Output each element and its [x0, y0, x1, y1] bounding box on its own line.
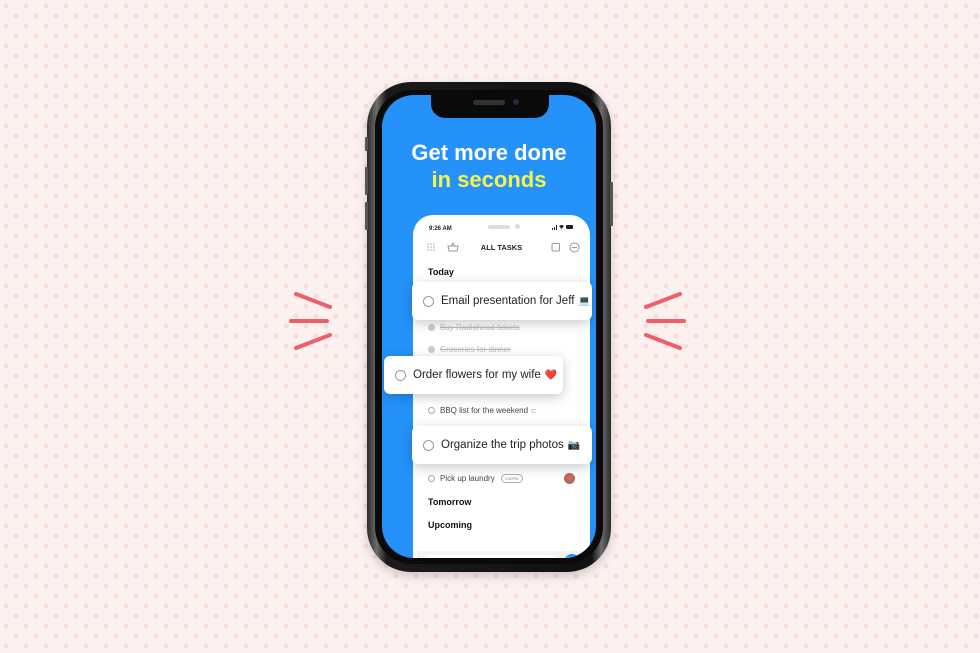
checkbox[interactable] [428, 407, 435, 414]
task-card[interactable]: Email presentation for Jeff 💻 [412, 282, 592, 320]
task-card[interactable]: Order flowers for my wife ❤️ [384, 356, 563, 394]
task-label: Buy Radiohead tickets [440, 323, 520, 332]
headline: Get more done in seconds [382, 139, 596, 193]
mute-switch [365, 137, 368, 151]
camera [513, 99, 519, 105]
notch [431, 95, 549, 118]
new-list-icon[interactable] [550, 242, 562, 254]
accent-lines-left [287, 288, 337, 354]
phone-mockup: Get more done in seconds 9:26 AM ALL TAS… [365, 82, 613, 572]
task-label: Email presentation for Jeff [441, 295, 575, 307]
subtasks-icon: ⊏ [531, 407, 537, 415]
speaker [473, 100, 505, 105]
toolbar: ALL TASKS [413, 239, 590, 257]
section-tomorrow[interactable]: Tomorrow [428, 497, 471, 507]
section-today[interactable]: Today [428, 267, 454, 277]
headline-line-2: in seconds [431, 167, 547, 192]
checkbox[interactable] [423, 295, 434, 307]
quick-add-input[interactable] [422, 555, 558, 558]
volume-down-button [365, 202, 368, 230]
task-label: Pick up laundry [440, 474, 495, 483]
task-label: Groceries for dinner [440, 345, 511, 354]
checkbox[interactable] [395, 369, 406, 381]
avatar[interactable] [564, 473, 575, 484]
inner-speaker [488, 225, 510, 229]
quick-add-bar: + [417, 551, 586, 558]
section-upcoming[interactable]: Upcoming [428, 520, 472, 530]
laptop-icon: 💻 [578, 295, 591, 307]
task-item[interactable]: Buy Radiohead tickets [428, 323, 560, 332]
checkbox[interactable] [428, 324, 435, 331]
inner-camera [515, 224, 520, 229]
task-label: Organize the trip photos [441, 439, 564, 451]
page-title: ALL TASKS [480, 243, 523, 252]
task-item[interactable]: Groceries for dinner [428, 345, 511, 354]
task-card[interactable]: Organize the trip photos 📷 [412, 426, 592, 464]
task-label: BBQ list for the weekend [440, 406, 529, 415]
add-task-button[interactable]: + [564, 554, 580, 558]
checkbox[interactable] [428, 475, 435, 482]
task-label: Order flowers for my wife [413, 369, 541, 381]
time-badge: 3:30PM [500, 474, 523, 483]
camera-icon: 📷 [567, 439, 581, 451]
volume-up-button [365, 167, 368, 195]
accent-lines-right [640, 288, 690, 354]
status-icons [552, 224, 574, 232]
status-time: 9:26 AM [429, 226, 452, 232]
checkbox[interactable] [428, 346, 435, 353]
heart-icon: ❤️ [544, 369, 558, 381]
headline-line-1: Get more done [411, 140, 567, 165]
task-item[interactable]: BBQ list for the weekend ⊏ [428, 406, 537, 415]
phone-screen: Get more done in seconds 9:26 AM ALL TAS… [382, 95, 596, 558]
more-icon[interactable] [568, 242, 580, 254]
task-item[interactable]: Pick up laundry 3:30PM [428, 474, 523, 483]
power-button [610, 182, 613, 226]
checkbox[interactable] [423, 439, 434, 451]
